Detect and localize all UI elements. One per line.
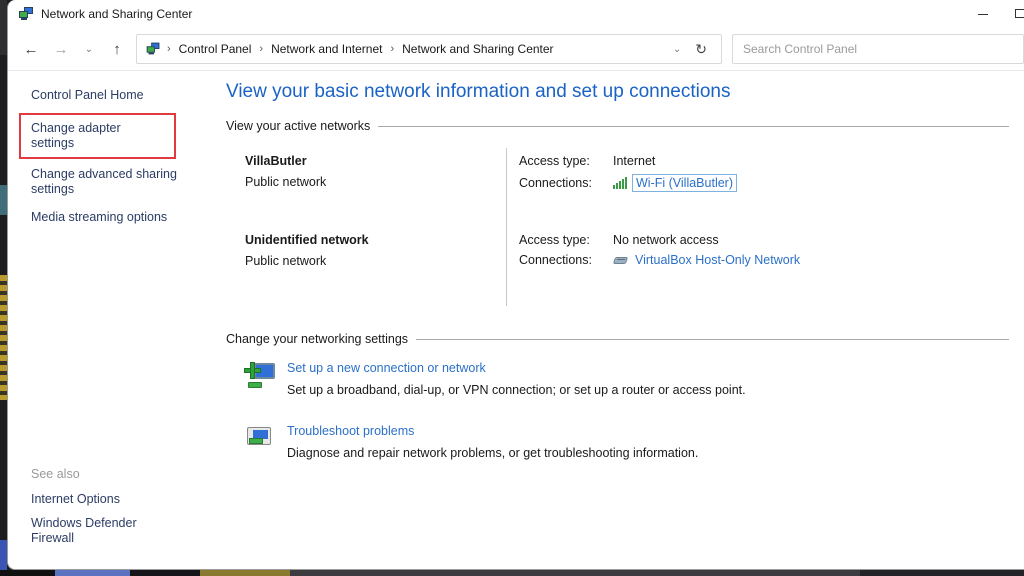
annotation-highlight-box: Change adapter settings xyxy=(19,113,176,159)
network-type: Public network xyxy=(245,175,506,189)
breadcrumb[interactable]: › Control Panel › Network and Internet ›… xyxy=(136,34,722,64)
troubleshoot-problems-description: Diagnose and repair network problems, or… xyxy=(287,446,698,460)
wifi-signal-icon xyxy=(613,177,627,189)
networking-settings-section-label: Change your networking settings xyxy=(226,332,408,346)
access-type-label: Access type: xyxy=(519,233,613,247)
setup-new-connection-description: Set up a broadband, dial-up, or VPN conn… xyxy=(287,383,746,397)
breadcrumb-separator-icon: › xyxy=(161,43,177,55)
navigation-toolbar: ← → ⌄ ↑ › Control Panel › Network and In… xyxy=(8,28,1024,71)
sidebar-item-change-advanced-sharing[interactable]: Change advanced sharing settings xyxy=(31,167,181,197)
minimize-button[interactable] xyxy=(960,0,1006,28)
desktop-fragment xyxy=(0,540,7,570)
breadcrumb-separator-icon: › xyxy=(384,43,400,55)
breadcrumb-item-network-internet[interactable]: Network and Internet xyxy=(269,42,384,56)
maximize-button[interactable] xyxy=(1006,0,1024,28)
maximize-icon xyxy=(1015,9,1024,18)
desktop-fragment xyxy=(0,275,7,400)
sidebar-item-media-streaming[interactable]: Media streaming options xyxy=(31,210,181,225)
window-title: Network and Sharing Center xyxy=(41,7,192,21)
breadcrumb-item-network-sharing-center[interactable]: Network and Sharing Center xyxy=(400,42,555,56)
task-row: Troubleshoot problems Diagnose and repai… xyxy=(245,424,1009,460)
connections-label: Connections: xyxy=(519,253,613,267)
recent-pages-chevron-icon[interactable]: ⌄ xyxy=(76,44,102,55)
title-bar: Network and Sharing Center xyxy=(8,0,1024,28)
network-sharing-center-window: Network and Sharing Center ← → ⌄ ↑ › Con… xyxy=(7,0,1024,570)
new-connection-icon xyxy=(245,362,276,390)
wifi-connection-link[interactable]: Wi-Fi (VillaButler) xyxy=(632,174,737,192)
sidebar-item-control-panel-home[interactable]: Control Panel Home xyxy=(31,88,181,103)
ethernet-plug-icon xyxy=(613,255,630,266)
access-type-value: Internet xyxy=(613,154,655,168)
up-icon[interactable]: ↑ xyxy=(102,41,132,58)
main-content: View your basic network information and … xyxy=(219,71,1024,569)
forward-icon[interactable]: → xyxy=(46,41,76,58)
breadcrumb-item-control-panel[interactable]: Control Panel xyxy=(177,42,254,56)
section-divider xyxy=(378,126,1009,127)
task-row: Set up a new connection or network Set u… xyxy=(245,361,1009,397)
network-app-icon xyxy=(19,7,34,21)
page-title: View your basic network information and … xyxy=(226,81,1009,103)
virtualbox-connection-link[interactable]: VirtualBox Host-Only Network xyxy=(635,253,800,267)
network-name: VillaButler xyxy=(245,154,506,168)
see-also-header: See also xyxy=(31,467,181,481)
network-name: Unidentified network xyxy=(245,233,506,247)
network-row: VillaButler Public network Access type: … xyxy=(226,148,1009,227)
desktop-fragment xyxy=(0,0,7,55)
access-type-value: No network access xyxy=(613,233,719,247)
desktop-background xyxy=(0,0,7,576)
section-divider xyxy=(416,339,1009,340)
connections-label: Connections: xyxy=(519,176,613,190)
minimize-icon xyxy=(978,14,988,15)
network-row: Unidentified network Public network Acce… xyxy=(226,227,1009,306)
search-input[interactable] xyxy=(732,34,1024,64)
access-type-label: Access type: xyxy=(519,154,613,168)
setup-new-connection-link[interactable]: Set up a new connection or network xyxy=(287,361,746,375)
refresh-icon[interactable]: ↻ xyxy=(693,41,715,58)
sidebar-item-internet-options[interactable]: Internet Options xyxy=(31,492,181,507)
troubleshoot-icon xyxy=(245,425,276,453)
address-dropdown-icon[interactable]: ⌄ xyxy=(661,44,693,55)
sidebar-item-change-adapter-settings[interactable]: Change adapter settings xyxy=(31,121,164,151)
network-type: Public network xyxy=(245,254,506,268)
desktop-background xyxy=(0,570,1024,576)
sidebar-item-windows-defender-firewall[interactable]: Windows Defender Firewall xyxy=(31,516,181,546)
desktop-fragment xyxy=(0,185,7,215)
sidebar: Control Panel Home Change adapter settin… xyxy=(8,71,219,569)
back-icon[interactable]: ← xyxy=(16,41,46,58)
breadcrumb-separator-icon: › xyxy=(253,43,269,55)
control-panel-icon xyxy=(147,43,161,56)
active-networks-section-label: View your active networks xyxy=(226,119,370,133)
see-also-section: See also Internet Options Windows Defend… xyxy=(31,467,181,555)
troubleshoot-problems-link[interactable]: Troubleshoot problems xyxy=(287,424,698,438)
